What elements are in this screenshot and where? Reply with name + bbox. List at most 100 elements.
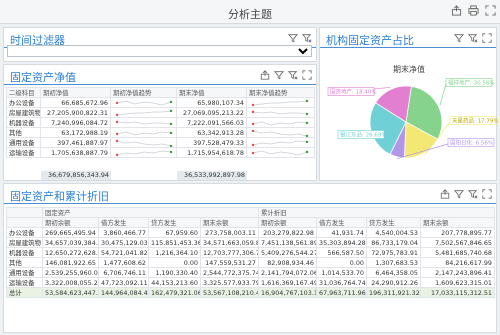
value-cell: 207,778,895.77 <box>420 227 495 238</box>
export-icon[interactable] <box>451 5 462 16</box>
org-share-panel: 机构固定资产占比 期末净值 福祥地产: 30.56% 天星药品: 17.79% 国阳… <box>319 27 498 181</box>
value-cell: 53,584,623,447.09 <box>42 287 99 298</box>
print-icon[interactable] <box>468 5 479 16</box>
pie-chart: 福祥地产: 30.56% 天星药品: 17.79% 国阳日化: 6.56% 银江东品:… <box>327 78 498 160</box>
value-cell: 84,216,617.99 <box>420 257 495 268</box>
table-row[interactable]: 机器设备12,650,272,628.9954,721,041.821,216,… <box>6 247 495 258</box>
value-cell: 53,567,108,210.49 <box>200 287 259 298</box>
begin-trend-cell <box>110 107 177 118</box>
value-cell: 12,650,272,628.99 <box>42 247 99 258</box>
filter-panel: 时间过滤器 <box>3 27 317 62</box>
end-trend-cell <box>246 137 315 148</box>
end-trend-cell <box>246 97 315 108</box>
column-header[interactable]: 二级科目 <box>6 87 41 98</box>
table-row[interactable]: 其他 146,081,922.65 1,477,608.62 0.00 147,559,… <box>6 257 495 268</box>
slice-label: 天星药品: 17.79% <box>449 116 498 125</box>
clear-filter-icon[interactable] <box>288 70 298 80</box>
top-bar: 分析主题 <box>0 0 500 24</box>
value-cell: 6,706,746.11 <box>98 267 149 278</box>
value-cell: 54,721,041.82 <box>98 247 149 258</box>
group-header-depreciation[interactable]: 累计折旧 <box>258 207 495 218</box>
value-cell: 2,141,794,072.06 <box>258 267 317 278</box>
filter-icon[interactable] <box>274 70 284 80</box>
title-underline <box>4 84 316 85</box>
value-cell: 0.00 <box>148 257 201 268</box>
begin-value-cell: 7,240,996,084.72 <box>40 117 111 128</box>
value-cell: 41,931.74 <box>316 227 367 238</box>
row-category: 运输设备 <box>6 147 41 158</box>
title-underline <box>4 203 496 204</box>
table-row[interactable]: 运输设备 1,705,638,887.79 1,715,954,618.78 <box>6 147 315 158</box>
filter-icon[interactable] <box>454 189 464 199</box>
table-row[interactable]: 其他 63,172,988.19 63,342,913.28 <box>6 127 315 138</box>
table-row[interactable]: 房屋建筑物 27,205,900,822.31 27,069,095,213.22 <box>6 107 315 118</box>
group-header-fixed-assets[interactable]: 固定资产 <box>42 207 259 218</box>
value-cell: 1,477,608.62 <box>98 257 149 268</box>
value-cell: 7,502,567,846.65 <box>420 237 495 248</box>
value-cell: 34,571,663,059.87 <box>200 237 259 248</box>
column-header[interactable]: 期初余额 <box>258 217 317 228</box>
end-trend-cell <box>246 147 315 158</box>
begin-value-cell: 397,461,887.97 <box>40 137 111 148</box>
expand-icon[interactable] <box>482 189 492 199</box>
value-cell: 3,325,577,933.79 <box>200 277 259 288</box>
value-cell: 2,147,243,896.41 <box>420 267 495 278</box>
column-header[interactable]: 贷方发生 <box>366 217 421 228</box>
sparkline <box>115 120 173 125</box>
page-title: 分析主题 <box>228 8 272 21</box>
value-cell: 4,540,004.53 <box>366 227 421 238</box>
column-header[interactable]: 期末净值 <box>176 87 247 98</box>
filter-icon[interactable] <box>288 33 298 43</box>
column-header[interactable]: 借方发生 <box>316 217 367 228</box>
sparkline <box>115 139 173 147</box>
row-category: 其他 <box>6 257 43 268</box>
value-cell: 34,657,039,384.20 <box>42 237 99 248</box>
table-row[interactable]: 办公设备 66,685,672.96 65,980,107.34 <box>6 97 315 108</box>
value-cell: 196,311,921.32 <box>366 287 421 298</box>
begin-value-cell: 66,685,672.96 <box>40 97 111 108</box>
sparkline <box>251 110 309 115</box>
column-header[interactable]: 期初净值 <box>40 87 111 98</box>
column-header[interactable]: 贷方发生 <box>148 217 201 228</box>
expand-icon[interactable] <box>302 70 312 80</box>
table-row[interactable]: 运输设备 3,322,008,055.28 47,723,092.11 44,153,… <box>6 277 495 288</box>
total-row[interactable]: 总计53,584,623,447.09144,964,084.46162,479… <box>6 287 495 298</box>
table-row[interactable]: 办公设备 269,665,495.94 3,860,466.77 67,959.60 2… <box>6 227 495 238</box>
net-value-panel-title: 固定资产净值 <box>10 71 76 84</box>
row-label-header <box>6 207 43 218</box>
value-cell: 5,481,685,740.68 <box>420 247 495 258</box>
svg-text:银江东品: 26.69%: 银江东品: 26.69% <box>340 131 387 139</box>
svg-text:福祥地产: 30.56%: 福祥地产: 30.56% <box>448 79 495 87</box>
table-row[interactable]: 房屋建筑物34,657,039,384.2030,475,129.03115,8… <box>6 237 495 248</box>
row-category: 运输设备 <box>6 277 43 288</box>
clear-filter-icon[interactable] <box>468 189 478 199</box>
table-row[interactable]: 机器设备 7,240,996,084.72 7,222,091,566.03 <box>6 117 315 128</box>
time-filter-select[interactable] <box>7 45 312 57</box>
net-total-end: 36,533,992,897.98 <box>177 171 247 180</box>
fullscreen-icon[interactable] <box>485 5 496 16</box>
column-header[interactable]: 期初余额 <box>42 217 99 228</box>
begin-trend-cell <box>110 137 177 148</box>
column-header[interactable]: 期末余额 <box>200 217 259 228</box>
slice-label: 国阳日化: 6.56% <box>447 138 495 147</box>
table-row[interactable]: 通用设备 397,461,887.97 397,528,479.33 <box>6 137 315 148</box>
value-cell: 2,539,255,960.03 <box>42 267 99 278</box>
value-cell: 7,451,138,561.89 <box>258 237 317 248</box>
value-cell: 1,014,533.70 <box>316 267 367 278</box>
end-trend-cell <box>246 107 315 118</box>
value-cell: 82,908,934.46 <box>258 257 317 268</box>
value-cell: 162,479,321.06 <box>148 287 201 298</box>
export-icon[interactable] <box>440 189 450 199</box>
column-header[interactable]: 期末余额 <box>420 217 495 228</box>
value-cell: 12,703,777,306.71 <box>200 247 259 258</box>
value-cell: 35,303,894.28 <box>316 237 367 248</box>
column-header[interactable]: 期末净值趋势 <box>246 87 315 98</box>
svg-text:天星药品: 17.79%: 天星药品: 17.79% <box>452 117 498 125</box>
end-value-cell: 27,069,095,213.22 <box>176 107 247 118</box>
clear-filter-icon[interactable] <box>302 33 312 43</box>
column-header[interactable]: 借方发生 <box>98 217 149 228</box>
row-category: 房屋建筑物 <box>6 237 43 248</box>
export-icon[interactable] <box>260 70 270 80</box>
column-header[interactable]: 期初净值趋势 <box>110 87 177 98</box>
table-row[interactable]: 通用设备 2,539,255,960.03 6,706,746.11 1,190,33… <box>6 267 495 278</box>
